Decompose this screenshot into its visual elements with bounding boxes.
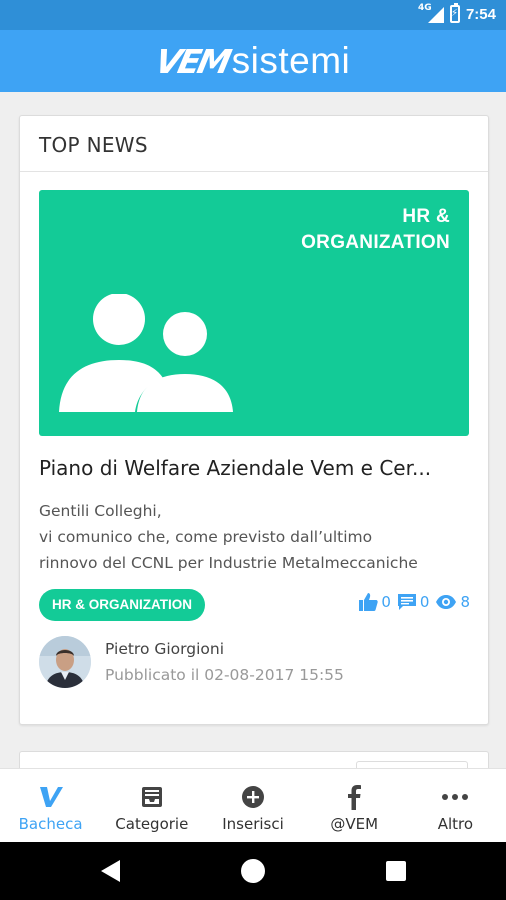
comments-count: 0 [419,593,430,611]
news-banner[interactable]: HR & ORGANIZATION [39,190,469,436]
post-excerpt: Gentili Colleghi, vi comunico che, come … [39,498,479,576]
facebook-icon [348,785,362,810]
excerpt-line: vi comunico che, come previsto dall’ulti… [39,528,373,546]
category-badge[interactable]: HR & ORGANIZATION [39,589,205,621]
thumbs-up-icon [359,593,379,611]
status-bar: 4G ⚡ 7:54 [0,0,506,30]
status-time: 7:54 [465,5,496,23]
banner-line-2: ORGANIZATION [301,232,450,253]
excerpt-line: rinnovo del CCNL per Industrie Metalmecc… [39,554,418,572]
tab-label: Categorie [115,815,189,833]
tab-label: @VEM [330,815,379,833]
recents-icon[interactable] [386,861,406,881]
people-icon [59,294,233,412]
tab-altro[interactable]: Altro [405,769,506,842]
add-circle-icon [242,786,264,808]
banner-line-1: HR & [402,206,450,227]
bottom-tab-bar: Bacheca Categorie Inserisci @VEM Altro [0,768,506,842]
tab-label: Bacheca [18,815,83,833]
home-icon[interactable] [241,859,265,883]
bacheca-v-icon [39,787,63,807]
card-header: TOP NEWS [20,116,488,172]
more-dots-icon [442,794,469,800]
likes-count: 0 [381,593,391,611]
views-count: 8 [460,593,470,611]
app-logo: VEM sistemi [152,40,351,82]
tab-categorie[interactable]: Categorie [101,769,202,842]
eye-icon [436,595,457,609]
post-title[interactable]: Piano di Welfare Aziendale Vem e Cer... [39,456,471,480]
comment-icon [397,594,416,610]
top-news-card[interactable]: TOP NEWS HR & ORGANIZATION Piano di Welf… [19,115,489,725]
tab-inserisci[interactable]: Inserisci [202,769,303,842]
tab-label: Inserisci [222,815,284,833]
likes-stat[interactable]: 0 [358,592,391,612]
logo-brand: VEM [151,42,232,81]
tab-vem-facebook[interactable]: @VEM [304,769,405,842]
views-stat: 8 [435,593,470,611]
app-bar: VEM sistemi [0,30,506,92]
author-block[interactable]: Pietro Giorgioni Pubblicato il 02-08-201… [39,636,344,688]
tab-bacheca[interactable]: Bacheca [0,769,101,842]
battery-icon: ⚡ [449,3,460,23]
comments-stat[interactable]: 0 [397,592,430,612]
tab-label: Altro [437,815,474,833]
system-nav-bar [0,842,506,900]
back-icon[interactable] [100,859,122,883]
post-stats: 0 0 8 [352,592,470,612]
excerpt-line: Gentili Colleghi, [39,502,162,520]
avatar[interactable] [39,636,91,688]
publish-date: Pubblicato il 02-08-2017 15:55 [105,666,344,684]
author-name[interactable]: Pietro Giorgioni [105,640,344,658]
categories-icon [141,787,162,807]
logo-word: sistemi [231,40,351,81]
signal-icon: 4G [418,3,444,23]
banner-category: HR & ORGANIZATION [301,204,450,256]
